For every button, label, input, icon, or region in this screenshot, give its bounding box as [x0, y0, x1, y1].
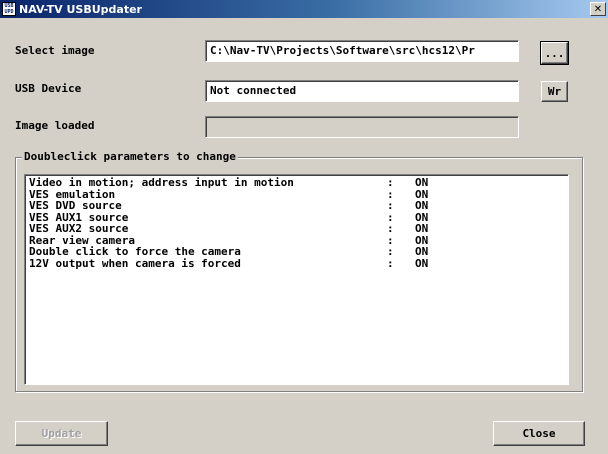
parameter-row[interactable]: 12V output when camera is forced : ON	[29, 256, 564, 270]
parameters-list[interactable]: Video in motion; address input in motion…	[24, 174, 569, 385]
parameter-value: ON	[415, 176, 429, 189]
parameter-separator: :	[387, 222, 394, 235]
close-button[interactable]: Close	[493, 421, 585, 446]
image-loaded-label: Image loaded	[15, 119, 95, 132]
window-close-button[interactable]: ✕	[590, 2, 606, 16]
parameter-name: VES DVD source	[29, 199, 122, 212]
parameter-name: Double click to force the camera	[29, 245, 241, 258]
parameter-separator: :	[387, 199, 394, 212]
write-button-label: Wr	[547, 85, 562, 98]
app-icon-text-bottom: UPD	[4, 9, 14, 15]
window-title: NAV-TV USBUpdater	[19, 2, 142, 16]
parameter-row[interactable]: Video in motion; address input in motion…	[29, 177, 564, 189]
parameter-value: ON	[415, 222, 429, 235]
close-icon: ✕	[593, 3, 603, 15]
parameter-value: ON	[415, 199, 429, 212]
parameter-row[interactable]: VES DVD source : ON	[29, 200, 564, 212]
usb-updater-app-icon: USB UPD	[2, 2, 16, 16]
usb-device-field: Not connected	[205, 80, 519, 102]
parameter-row[interactable]: Double click to force the camera : ON	[29, 246, 564, 258]
image-loaded-field	[205, 116, 519, 138]
browse-button-label: ...	[544, 46, 565, 60]
write-button[interactable]: Wr	[541, 81, 568, 102]
usb-device-label: USB Device	[15, 82, 82, 95]
close-button-label: Close	[522, 427, 556, 440]
title-bar: USB UPD NAV-TV USBUpdater ✕	[0, 0, 608, 18]
image-path-field[interactable]: C:\Nav-TV\Projects\Software\src\hcs12\Pr	[205, 40, 519, 62]
select-image-label: Select image	[15, 44, 95, 57]
parameter-name: Video in motion; address input in motion	[29, 176, 294, 189]
update-button[interactable]: Update	[15, 421, 108, 446]
parameter-row[interactable]: VES AUX2 source : ON	[29, 223, 564, 235]
parameter-name: VES AUX2 source	[29, 222, 129, 235]
parameter-value: ON	[415, 256, 429, 270]
parameter-separator: :	[387, 245, 394, 258]
parameter-value: ON	[415, 245, 429, 258]
parameter-name: 12V output when camera is forced	[29, 256, 241, 270]
parameters-group-title: Doubleclick parameters to change	[22, 150, 238, 163]
parameter-separator: :	[387, 176, 394, 189]
parameter-separator: :	[387, 256, 394, 270]
browse-button[interactable]: ...	[540, 41, 569, 65]
update-button-label: Update	[41, 427, 82, 440]
